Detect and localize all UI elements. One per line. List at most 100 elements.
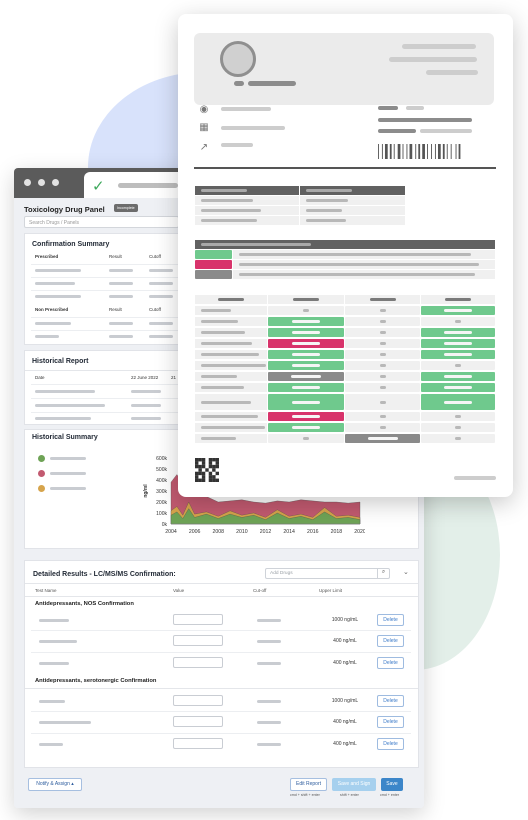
value-input[interactable] (173, 614, 223, 625)
chart-x-tick-label: 2008 (212, 529, 224, 535)
result-header: Result (109, 254, 122, 259)
detailed-results-title: Detailed Results - LC/MS/MS Confirmation… (33, 571, 176, 578)
results-grid-empty-cell (421, 361, 495, 370)
upper-limit-value: 1000 ng/mL (331, 617, 359, 623)
results-grid-name-cell (195, 412, 267, 421)
delete-button[interactable]: Delete (377, 738, 404, 750)
window-dot-maximize[interactable] (52, 179, 59, 186)
lab-report-document: ◉ ▦ ↗ (178, 14, 513, 497)
date-column-1: 22 June 2022 (131, 375, 159, 380)
value-input[interactable] (173, 716, 223, 727)
person-icon: ◉ (199, 104, 209, 115)
results-grid-name-cell (195, 306, 267, 315)
result-header-2: Result (109, 307, 122, 312)
results-grid-positive-cell (268, 328, 344, 337)
edit-report-button[interactable]: Edit Report (290, 778, 327, 791)
results-grid-positive-cell (421, 383, 495, 392)
results-grid-positive-cell (268, 423, 344, 432)
results-grid-name-cell (195, 328, 267, 337)
results-grid-empty-cell (345, 412, 420, 421)
results-grid-positive-cell (421, 372, 495, 381)
legend-dot-yellow (38, 485, 45, 492)
value-input[interactable] (173, 738, 223, 749)
delete-button[interactable]: Delete (377, 716, 404, 728)
historical-summary-title: Historical Summary (32, 434, 98, 441)
delete-button[interactable]: Delete (377, 657, 404, 669)
results-grid-empty-cell (345, 372, 420, 381)
prescribed-header: Prescribed (35, 254, 59, 259)
non-prescribed-header: Non Prescribed (35, 307, 69, 312)
add-drugs-input[interactable]: Add Drugs ⌕ (265, 568, 390, 579)
notify-assign-button[interactable]: Notify & Assign ▴ (28, 778, 82, 791)
panel-title: Toxicology Drug Panel (24, 205, 105, 214)
value-input[interactable] (173, 635, 223, 646)
results-grid-positive-cell (268, 394, 344, 410)
results-grid-name-cell (195, 339, 267, 348)
value-input[interactable] (173, 695, 223, 706)
results-grid-header-cell (195, 295, 267, 304)
search-drugs-input[interactable]: Search Drugs / Panels (24, 216, 179, 228)
upper-limit-header: Upper Limit (319, 588, 343, 593)
results-grid-empty-cell (345, 350, 420, 359)
results-grid-header-cell (421, 295, 495, 304)
chart-x-tick-label: 2014 (283, 529, 295, 535)
date-column-2: 21 (171, 375, 177, 380)
results-grid-empty-cell (421, 317, 495, 326)
results-grid-empty-cell (345, 339, 420, 348)
delete-button[interactable]: Delete (377, 635, 404, 647)
upper-limit-value: 1000 ng/mL (331, 698, 359, 704)
results-grid-name-cell (195, 350, 267, 359)
results-grid-positive-cell (421, 339, 495, 348)
delete-button[interactable]: Delete (377, 695, 404, 707)
results-grid-empty-cell (268, 306, 344, 315)
results-grid-name-cell (195, 394, 267, 410)
window-dot-close[interactable] (24, 179, 31, 186)
chevron-down-icon[interactable]: ⌄ (403, 568, 409, 576)
results-grid-empty-cell (421, 412, 495, 421)
save-and-sign-button[interactable]: Save and Sign (332, 778, 376, 791)
chart-x-tick-label: 2012 (260, 529, 272, 535)
section-title-serotonergic: Antidepressants, serotonergic Confirmati… (35, 678, 157, 684)
add-drugs-placeholder: Add Drugs (270, 571, 293, 576)
results-grid-neutral-cell (268, 372, 344, 381)
chart-y-tick-label: 200k (156, 500, 167, 506)
results-grid-positive-cell (421, 350, 495, 359)
results-grid-name-cell (195, 423, 267, 432)
chart-y-axis-label: ng/ml (143, 484, 149, 498)
status-badge: Incomplete (114, 204, 138, 212)
results-grid-empty-cell (345, 361, 420, 370)
results-grid-positive-cell (268, 361, 344, 370)
test-name-header: Test Name (35, 588, 57, 593)
detailed-results-card: Detailed Results - LC/MS/MS Confirmation… (24, 560, 419, 768)
chart-x-tick-label: 2004 (165, 529, 177, 535)
save-button[interactable]: Save (381, 778, 403, 791)
chart-y-tick-label: 600k (156, 456, 167, 462)
results-grid-positive-cell (421, 328, 495, 337)
chart-x-tick-label: 2018 (331, 529, 343, 535)
window-dot-minimize[interactable] (38, 179, 45, 186)
chart-x-tick-label: 2016 (307, 529, 319, 535)
chart-x-tick-label: 2010 (236, 529, 248, 535)
results-grid-name-cell (195, 383, 267, 392)
upper-limit-value: 400 ng/mL (333, 660, 357, 666)
upper-limit-value: 400 ng/mL (333, 638, 357, 644)
legend-dot-red (38, 470, 45, 477)
date-header: Date (35, 375, 45, 380)
search-icon[interactable]: ⌕ (377, 569, 389, 578)
chart-x-tick-label: 2006 (189, 529, 201, 535)
chart-x-tick-label: 2020 (354, 529, 365, 535)
results-grid-empty-cell (268, 434, 344, 443)
results-grid-header-cell (345, 295, 420, 304)
save-and-sign-hint: shift + enter (340, 793, 359, 797)
results-grid-positive-cell (268, 383, 344, 392)
barcode-icon (378, 144, 461, 159)
qr-code-icon (195, 458, 219, 482)
delete-button[interactable]: Delete (377, 614, 404, 626)
results-grid-neutral-cell (345, 434, 420, 443)
results-grid-name-cell (195, 317, 267, 326)
caret-up-icon: ▴ (71, 781, 74, 787)
results-grid-empty-cell (421, 423, 495, 432)
confirmation-summary-title: Confirmation Summary (32, 241, 110, 248)
action-footer: Notify & Assign ▴ Edit Report cmd + shif… (14, 772, 424, 808)
value-input[interactable] (173, 657, 223, 668)
